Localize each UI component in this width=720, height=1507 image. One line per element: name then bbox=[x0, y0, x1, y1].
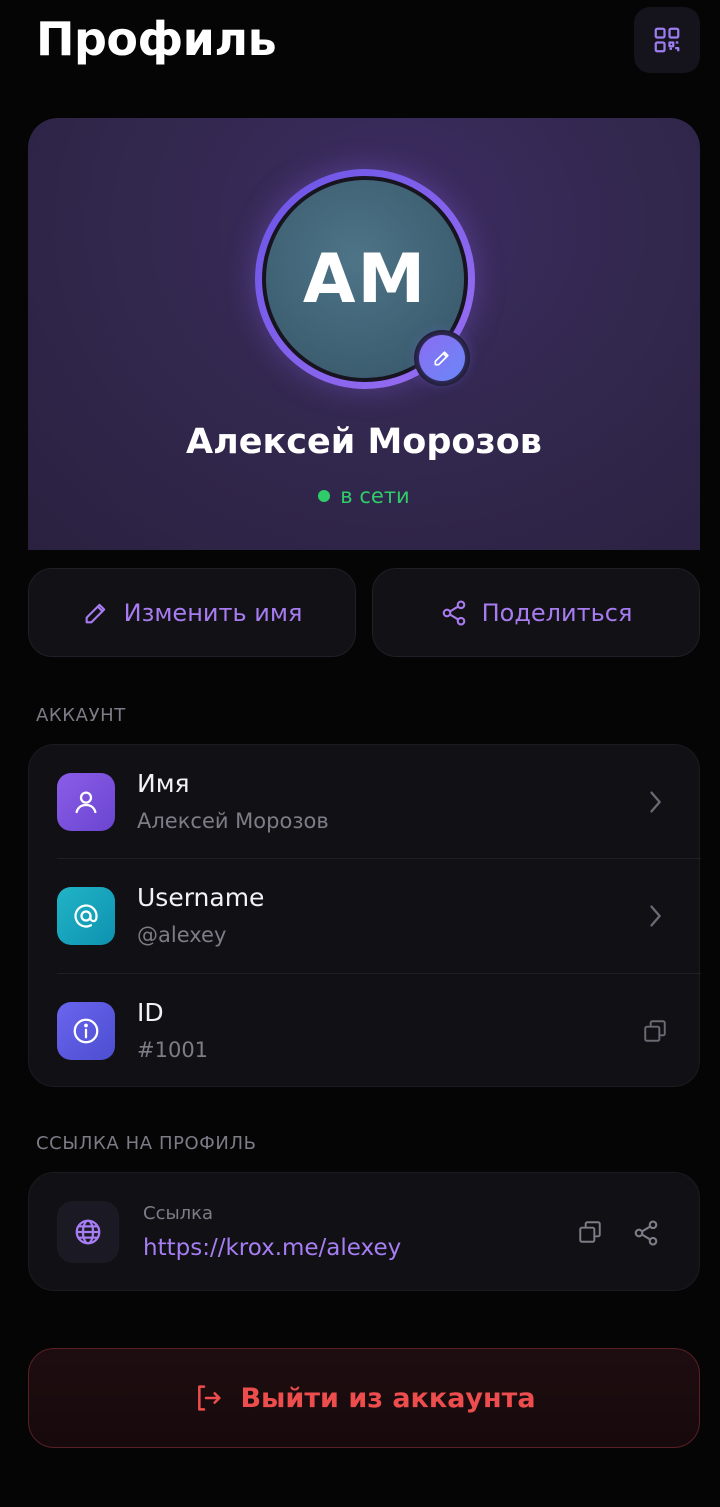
share-button-label: Поделиться bbox=[481, 598, 633, 627]
copy-icon bbox=[577, 1219, 605, 1245]
account-row-username[interactable]: Username @alexey bbox=[29, 859, 701, 973]
info-icon bbox=[57, 1002, 115, 1060]
qr-code-button[interactable] bbox=[634, 7, 700, 73]
share-link-button[interactable] bbox=[632, 1218, 660, 1248]
row-value: @alexey bbox=[137, 923, 227, 947]
row-value: Алексей Морозов bbox=[137, 809, 329, 833]
share-button[interactable]: Поделиться bbox=[372, 568, 700, 657]
chevron-right-icon bbox=[641, 902, 669, 930]
edit-avatar-button[interactable] bbox=[414, 330, 470, 386]
logout-icon bbox=[192, 1382, 224, 1414]
row-title: Username bbox=[137, 883, 265, 912]
account-section-label: АККАУНТ bbox=[36, 705, 126, 726]
profile-name: Алексей Морозов bbox=[186, 422, 542, 462]
profile-link-url[interactable]: https://krox.me/alexey bbox=[143, 1235, 401, 1261]
qr-code-icon bbox=[652, 25, 682, 55]
online-status: в сети bbox=[28, 484, 700, 508]
profile-screen: Профиль AM Алексей Морозов в сети Измени… bbox=[0, 0, 720, 1507]
profile-link-section-label: ССЫЛКА НА ПРОФИЛЬ bbox=[36, 1133, 257, 1154]
link-caption: Ссылка bbox=[143, 1203, 214, 1224]
rename-button-label: Изменить имя bbox=[123, 598, 303, 627]
profile-link-card: Ссылка https://krox.me/alexey bbox=[28, 1172, 700, 1291]
copy-icon[interactable] bbox=[641, 1017, 669, 1045]
account-row-id: ID #1001 bbox=[29, 974, 701, 1088]
row-title: ID bbox=[137, 998, 164, 1027]
account-row-name[interactable]: Имя Алексей Морозов bbox=[29, 745, 701, 859]
row-value: #1001 bbox=[137, 1038, 209, 1062]
pencil-icon bbox=[82, 599, 110, 627]
status-dot bbox=[318, 490, 331, 502]
logout-button[interactable]: Выйти из аккаунта bbox=[28, 1348, 700, 1448]
account-list: Имя Алексей Морозов Username @alexey ID … bbox=[28, 744, 701, 1088]
user-icon bbox=[57, 773, 115, 831]
globe-icon bbox=[57, 1201, 119, 1263]
row-title: Имя bbox=[137, 769, 190, 798]
pencil-icon bbox=[432, 348, 452, 368]
at-sign-icon bbox=[57, 887, 115, 945]
share-icon bbox=[632, 1218, 660, 1248]
copy-link-button[interactable] bbox=[577, 1219, 605, 1247]
logout-label: Выйти из аккаунта bbox=[240, 1382, 536, 1414]
rename-button[interactable]: Изменить имя bbox=[28, 568, 356, 657]
page-title: Профиль bbox=[36, 12, 277, 66]
status-text: в сети bbox=[340, 484, 410, 508]
chevron-right-icon bbox=[641, 788, 669, 816]
share-icon bbox=[440, 599, 468, 627]
